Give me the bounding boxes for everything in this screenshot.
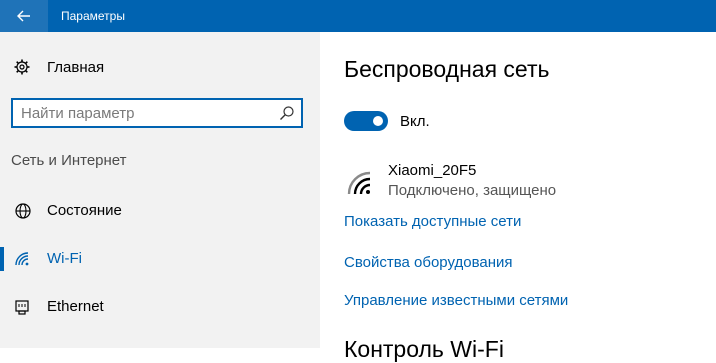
sidebar-item-ethernet[interactable]: Ethernet bbox=[0, 289, 320, 325]
gear-icon bbox=[14, 59, 30, 75]
ethernet-icon bbox=[15, 300, 29, 315]
search-box[interactable] bbox=[11, 98, 303, 128]
wifi-toggle[interactable] bbox=[344, 111, 388, 131]
sidebar-item-label: Главная bbox=[47, 58, 105, 76]
globe-icon bbox=[15, 203, 31, 219]
manage-known-networks-link[interactable]: Управление известными сетями bbox=[344, 292, 568, 309]
sidebar-item-label: Состояние bbox=[47, 202, 122, 219]
toggle-label: Вкл. bbox=[400, 113, 430, 130]
hardware-properties-link[interactable]: Свойства оборудования bbox=[344, 254, 513, 271]
section-header: Сеть и Интернет bbox=[11, 152, 127, 169]
wifi-signal-icon bbox=[347, 171, 371, 195]
search-icon[interactable] bbox=[279, 105, 295, 121]
sidebar: Главная Сеть и Интернет Состояние Wi-Fi bbox=[0, 32, 320, 348]
network-item[interactable]: Xiaomi_20F5 Подключено, защищено bbox=[344, 160, 704, 204]
sidebar-item-wifi[interactable]: Wi-Fi bbox=[0, 241, 320, 277]
search-input[interactable] bbox=[21, 100, 271, 126]
section-title: Контроль Wi-Fi bbox=[344, 336, 504, 362]
sidebar-item-label: Wi-Fi bbox=[47, 250, 82, 267]
back-button[interactable] bbox=[0, 0, 48, 32]
wifi-icon bbox=[15, 252, 29, 266]
page-title: Беспроводная сеть bbox=[344, 56, 550, 82]
toggle-knob bbox=[373, 116, 383, 126]
sidebar-item-label: Ethernet bbox=[47, 298, 104, 315]
back-arrow-icon bbox=[17, 10, 30, 22]
title-bar: Параметры bbox=[0, 0, 716, 32]
window-title: Параметры bbox=[61, 9, 125, 23]
sidebar-item-home[interactable]: Главная bbox=[0, 52, 320, 82]
network-ssid: Xiaomi_20F5 bbox=[388, 162, 477, 179]
active-indicator bbox=[0, 247, 4, 271]
network-status: Подключено, защищено bbox=[388, 182, 557, 199]
sidebar-item-status[interactable]: Состояние bbox=[0, 193, 320, 229]
show-networks-link[interactable]: Показать доступные сети bbox=[344, 213, 521, 230]
